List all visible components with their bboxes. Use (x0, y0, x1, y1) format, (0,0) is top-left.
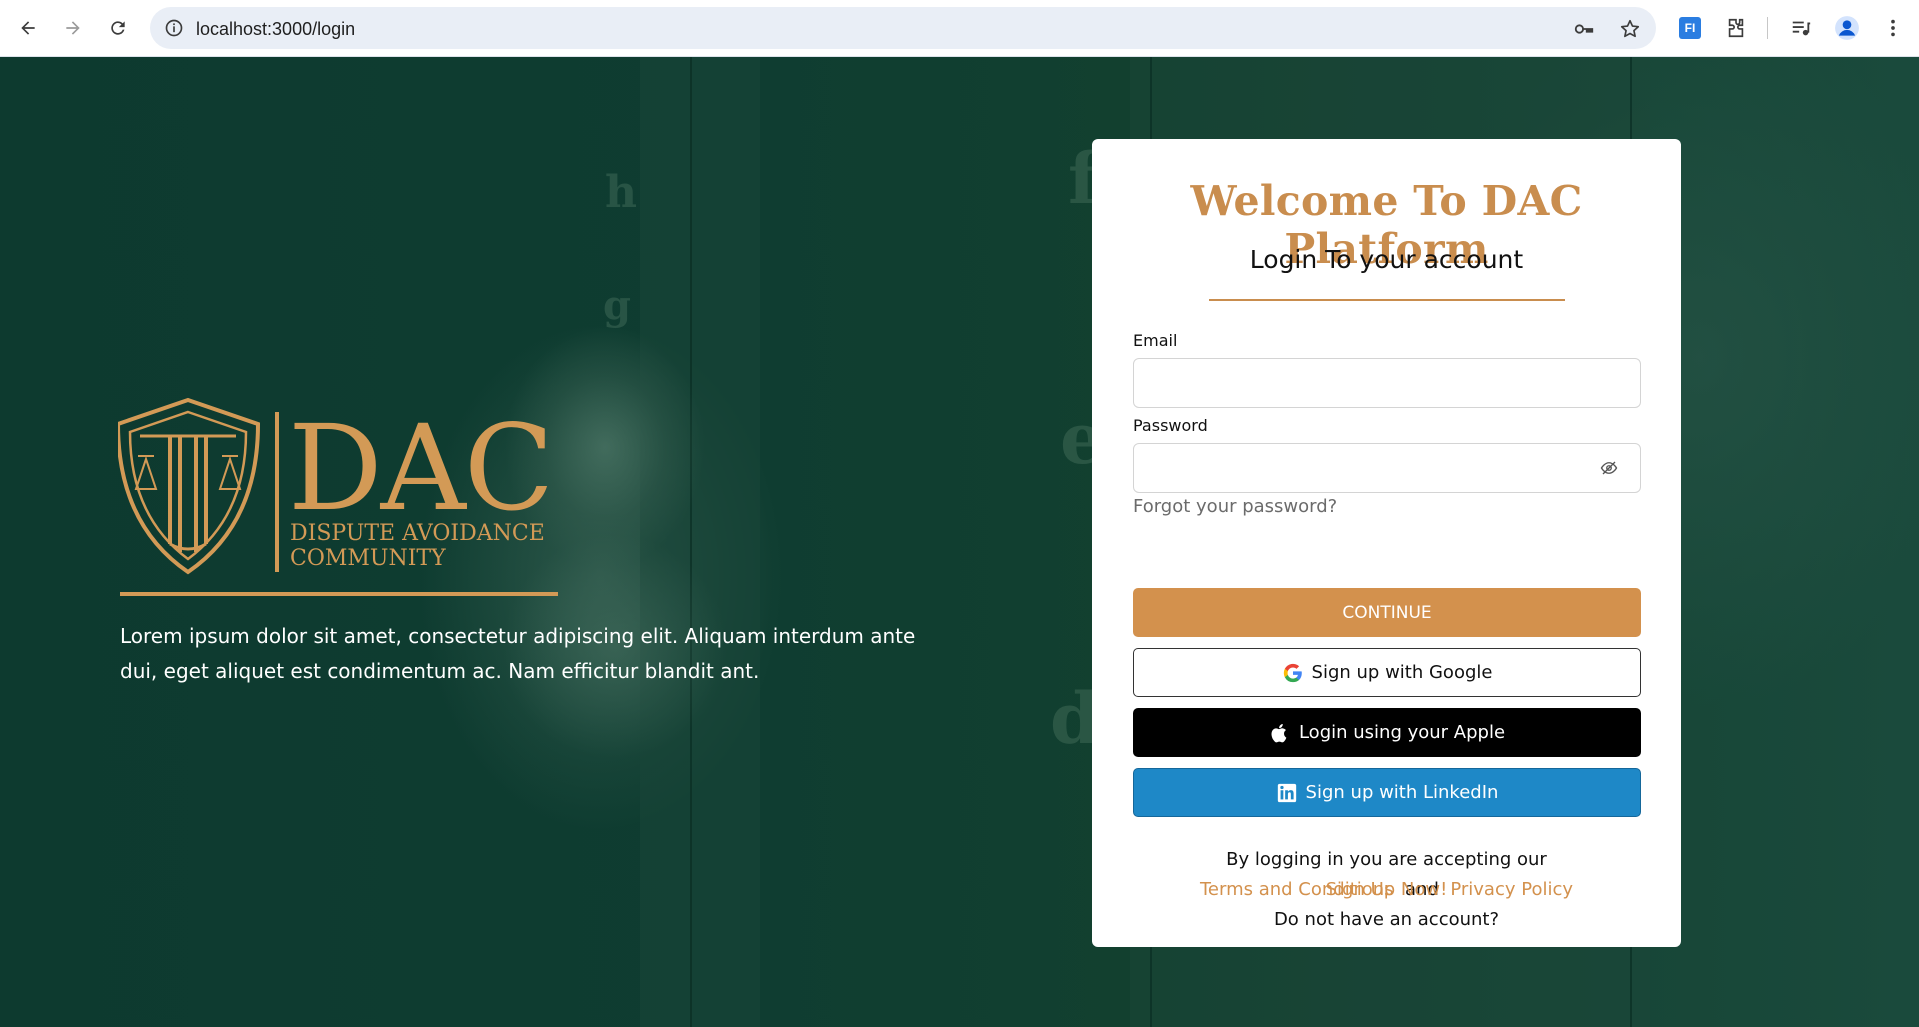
linkedin-signup-button[interactable]: Sign up with LinkedIn (1133, 768, 1641, 817)
media-queue-icon[interactable] (1786, 13, 1816, 43)
apple-login-button[interactable]: Login using your Apple (1133, 708, 1641, 757)
address-bar[interactable]: localhost:3000/login (150, 7, 1656, 49)
login-card: Welcome To DAC Platform Login To your ac… (1092, 139, 1681, 947)
extension-fi-icon[interactable]: FI (1675, 13, 1705, 43)
password-key-icon[interactable] (1573, 18, 1595, 40)
svg-text:DISPUTE AVOIDANCE: DISPUTE AVOIDANCE (290, 521, 545, 546)
menu-kebab-icon[interactable] (1878, 13, 1908, 43)
back-button[interactable] (12, 12, 44, 44)
svg-text:DAC: DAC (288, 399, 552, 537)
forward-button[interactable] (57, 12, 89, 44)
apple-label: Login using your Apple (1298, 722, 1506, 743)
browser-toolbar: localhost:3000/login FI (0, 0, 1919, 57)
logo-underline (120, 592, 558, 596)
linkedin-label: Sign up with LinkedIn (1305, 782, 1499, 803)
login-subtitle: Login To your account (1249, 245, 1524, 274)
login-page: h g e f d DAC DISPUTE AVOIDANCE COMMUNIT… (0, 57, 1919, 1027)
reload-icon (111, 21, 125, 35)
password-label: Password (1133, 416, 1208, 435)
profile-avatar-icon[interactable] (1832, 13, 1862, 43)
google-label: Sign up with Google (1311, 662, 1493, 683)
linkedin-icon (1277, 783, 1296, 802)
continue-label: CONTINUE (1342, 602, 1432, 623)
shield-scales-icon (118, 397, 261, 575)
continue-button[interactable]: CONTINUE (1133, 588, 1641, 637)
email-field[interactable] (1133, 358, 1641, 408)
forgot-password-link[interactable]: Forgot your password? (1133, 496, 1337, 517)
dac-logo: DAC DISPUTE AVOIDANCE COMMUNITY (118, 397, 554, 575)
arrow-right-icon (66, 21, 80, 35)
eye-slash-icon[interactable] (1600, 459, 1618, 477)
consent-text: By logging in you are accepting our (1226, 849, 1547, 870)
extensions-puzzle-icon[interactable] (1721, 13, 1751, 43)
toolbar-divider (1767, 17, 1768, 39)
signup-row: Sign Up Now! (1092, 879, 1681, 900)
title-underline (1209, 299, 1565, 301)
bookmark-star-icon[interactable] (1619, 18, 1641, 40)
email-label: Email (1133, 331, 1178, 350)
site-info-icon[interactable] (164, 18, 184, 38)
reload-button[interactable] (102, 12, 134, 44)
brand-tagline: Lorem ipsum dolor sit amet, consectetur … (120, 624, 916, 683)
password-field[interactable] (1133, 443, 1641, 493)
google-signup-button[interactable]: Sign up with Google (1133, 648, 1641, 697)
google-icon (1283, 663, 1302, 682)
url-text[interactable]: localhost:3000/login (196, 19, 355, 40)
no-account-text: Do not have an account? (1273, 909, 1500, 930)
arrow-left-icon (21, 21, 35, 35)
signup-link[interactable]: Sign Up Now! (1326, 879, 1448, 900)
svg-text:COMMUNITY: COMMUNITY (290, 546, 446, 571)
apple-icon (1271, 723, 1287, 742)
